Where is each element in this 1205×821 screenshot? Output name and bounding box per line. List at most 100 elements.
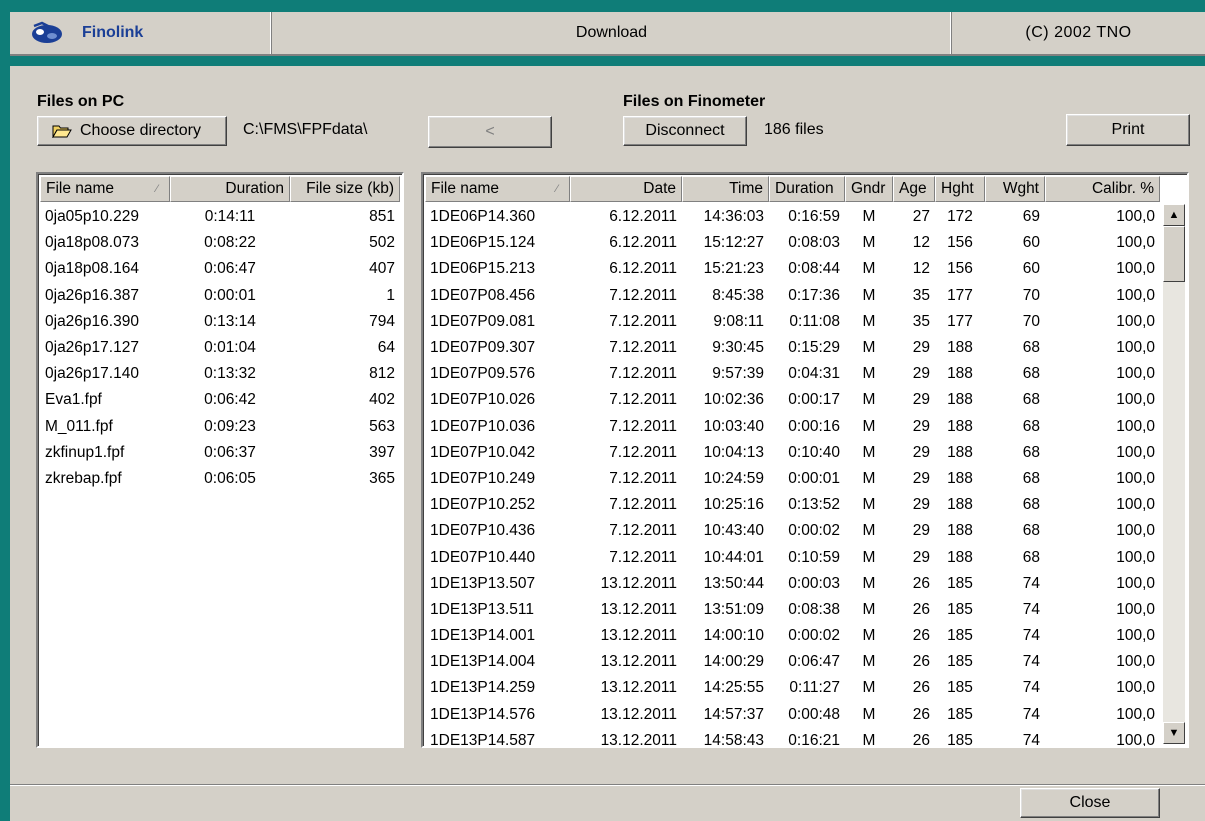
pc-col-duration-label: Duration bbox=[225, 180, 284, 197]
fino-cell-gender: M bbox=[862, 286, 876, 304]
fino-cell-height: 172 bbox=[947, 208, 973, 226]
fino-file-row[interactable]: 1DE13P14.587 13.12.2011 14:58:43 0:16:21 M 26… bbox=[425, 728, 1160, 746]
pc-cell-filesize: 402 bbox=[369, 391, 395, 409]
pc-file-row[interactable]: 0ja18p08.164 0:06:47 407 bbox=[40, 256, 400, 282]
fino-cell-filename: 1DE07P10.249 bbox=[430, 469, 536, 487]
pc-file-row[interactable]: 0ja18p08.073 0:08:22 502 bbox=[40, 230, 400, 256]
close-button[interactable]: Close bbox=[1020, 788, 1160, 818]
fino-col-duration-label: Duration bbox=[775, 180, 834, 197]
fino-cell-calibration: 100,0 bbox=[1116, 548, 1155, 566]
fino-cell-age: 29 bbox=[912, 443, 930, 461]
fino-cell-gender: M bbox=[862, 627, 876, 645]
fino-file-row[interactable]: 1DE07P09.576 7.12.2011 9:57:39 0:04:31 M 29 18… bbox=[425, 361, 1160, 387]
scroll-down-icon[interactable]: ▼ bbox=[1163, 722, 1185, 744]
pc-col-duration[interactable]: Duration bbox=[170, 176, 290, 202]
pc-cell-duration: 0:00:01 bbox=[204, 286, 256, 304]
pc-file-row[interactable]: 0ja26p17.127 0:01:04 64 bbox=[40, 335, 400, 361]
fino-cell-age: 12 bbox=[912, 234, 930, 252]
print-button[interactable]: Print bbox=[1066, 114, 1190, 146]
fino-file-row[interactable]: 1DE13P14.576 13.12.2011 14:57:37 0:00:48 M 26… bbox=[425, 702, 1160, 728]
fino-file-row[interactable]: 1DE13P14.001 13.12.2011 14:00:10 0:00:02 M 26… bbox=[425, 623, 1160, 649]
fino-file-row[interactable]: 1DE06P15.213 6.12.2011 15:21:23 0:08:44 M 12 1… bbox=[425, 256, 1160, 282]
fino-cell-calibration: 100,0 bbox=[1116, 653, 1155, 671]
fino-cell-weight: 70 bbox=[1022, 286, 1040, 304]
fino-cell-age: 29 bbox=[912, 339, 930, 357]
choose-directory-button[interactable]: Choose directory bbox=[37, 116, 227, 146]
pc-cell-filename: 0ja18p08.164 bbox=[45, 260, 139, 278]
fino-file-row[interactable]: 1DE07P10.249 7.12.2011 10:24:59 0:00:01 M 29 1… bbox=[425, 466, 1160, 492]
fino-col-date[interactable]: Date bbox=[570, 176, 682, 202]
fino-col-calibration[interactable]: Calibr. % bbox=[1045, 176, 1160, 202]
mode-label: Download bbox=[575, 24, 648, 41]
fino-cell-gender: M bbox=[862, 679, 876, 697]
disconnect-button[interactable]: Disconnect bbox=[623, 116, 747, 146]
fino-file-row[interactable]: 1DE07P10.436 7.12.2011 10:43:40 0:00:02 M 29 1… bbox=[425, 518, 1160, 544]
fino-cell-age: 29 bbox=[912, 496, 930, 514]
fino-cell-height: 188 bbox=[947, 365, 973, 383]
pc-col-filesize[interactable]: File size (kb) bbox=[290, 176, 400, 202]
fino-cell-age: 29 bbox=[912, 522, 930, 540]
pc-file-row[interactable]: 0ja26p17.140 0:13:32 812 bbox=[40, 361, 400, 387]
fino-cell-filename: 1DE06P14.360 bbox=[430, 208, 536, 226]
fino-file-row[interactable]: 1DE07P09.081 7.12.2011 9:08:11 0:11:08 M 35 17… bbox=[425, 309, 1160, 335]
fino-cell-height: 188 bbox=[947, 417, 973, 435]
fino-file-row[interactable]: 1DE13P14.004 13.12.2011 14:00:29 0:06:47 M 26… bbox=[425, 649, 1160, 675]
fino-cell-filename: 1DE07P09.081 bbox=[430, 312, 536, 330]
pc-file-row[interactable]: Eva1.fpf 0:06:42 402 bbox=[40, 387, 400, 413]
pc-file-row[interactable]: 0ja05p10.229 0:14:11 851 bbox=[40, 204, 400, 230]
pc-cell-filename: 0ja26p16.390 bbox=[45, 312, 139, 330]
fino-file-row[interactable]: 1DE07P10.026 7.12.2011 10:02:36 0:00:17 M 29 1… bbox=[425, 387, 1160, 413]
scroll-thumb[interactable] bbox=[1163, 226, 1185, 282]
fino-file-row[interactable]: 1DE13P13.511 13.12.2011 13:51:09 0:08:38 M 26… bbox=[425, 597, 1160, 623]
fino-file-row[interactable]: 1DE13P14.259 13.12.2011 14:25:55 0:11:27 M 26… bbox=[425, 675, 1160, 701]
fino-cell-height: 185 bbox=[947, 600, 973, 618]
fino-cell-time: 14:57:37 bbox=[703, 705, 764, 723]
fino-cell-calibration: 100,0 bbox=[1116, 417, 1155, 435]
fino-file-row[interactable]: 1DE07P09.307 7.12.2011 9:30:45 0:15:29 M 29 18… bbox=[425, 335, 1160, 361]
fino-col-gender-label: Gndr bbox=[851, 180, 886, 197]
pc-cell-filesize: 1 bbox=[386, 286, 395, 304]
fino-file-row[interactable]: 1DE13P13.507 13.12.2011 13:50:44 0:00:03 M 26… bbox=[425, 571, 1160, 597]
fino-cell-gender: M bbox=[862, 705, 876, 723]
pc-file-row[interactable]: zkfinup1.fpf 0:06:37 397 bbox=[40, 440, 400, 466]
fino-col-time[interactable]: Time bbox=[682, 176, 769, 202]
fino-cell-calibration: 100,0 bbox=[1116, 496, 1155, 514]
fino-cell-duration: 0:00:03 bbox=[788, 574, 840, 592]
fino-col-weight[interactable]: Wght bbox=[985, 176, 1045, 202]
fino-file-row[interactable]: 1DE07P10.042 7.12.2011 10:04:13 0:10:40 M 29 1… bbox=[425, 440, 1160, 466]
fino-file-row[interactable]: 1DE07P10.252 7.12.2011 10:25:16 0:13:52 M 29 1… bbox=[425, 492, 1160, 518]
fino-cell-weight: 74 bbox=[1022, 600, 1040, 618]
fino-cell-age: 26 bbox=[912, 705, 930, 723]
fino-col-filename[interactable]: File name ⁄ bbox=[425, 176, 570, 202]
fino-col-height[interactable]: Hght bbox=[935, 176, 985, 202]
pc-file-row[interactable]: M_011.fpf 0:09:23 563 bbox=[40, 414, 400, 440]
transfer-to-pc-button[interactable]: < bbox=[428, 116, 552, 148]
fino-col-gender[interactable]: Gndr bbox=[845, 176, 893, 202]
fino-col-duration[interactable]: Duration bbox=[769, 176, 845, 202]
fino-scrollbar[interactable]: ▲ ▼ bbox=[1163, 204, 1185, 744]
fino-file-row[interactable]: 1DE06P15.124 6.12.2011 15:12:27 0:08:03 M 12 1… bbox=[425, 230, 1160, 256]
pc-file-row[interactable]: 0ja26p16.387 0:00:01 1 bbox=[40, 283, 400, 309]
fino-file-row[interactable]: 1DE06P14.360 6.12.2011 14:36:03 0:16:59 M 27 1… bbox=[425, 204, 1160, 230]
pc-file-row[interactable]: 0ja26p16.390 0:13:14 794 bbox=[40, 309, 400, 335]
pc-rows: 0ja05p10.229 0:14:11 851 0ja18p08.073 0:08:2… bbox=[40, 204, 400, 492]
fino-cell-time: 10:04:13 bbox=[703, 443, 764, 461]
pc-file-row[interactable]: zkrebap.fpf 0:06:05 365 bbox=[40, 466, 400, 492]
choose-directory-label: Choose directory bbox=[80, 122, 201, 139]
fino-cell-weight: 68 bbox=[1022, 339, 1040, 357]
pc-file-list[interactable]: File name ⁄ Duration File size (kb) 0ja05… bbox=[36, 172, 404, 748]
fino-cell-time: 10:02:36 bbox=[703, 391, 764, 409]
fino-cell-age: 26 bbox=[912, 653, 930, 671]
fino-cell-duration: 0:11:08 bbox=[789, 312, 840, 330]
pc-col-filename[interactable]: File name ⁄ bbox=[40, 176, 170, 202]
scroll-up-icon[interactable]: ▲ bbox=[1163, 204, 1185, 226]
fino-file-row[interactable]: 1DE07P10.440 7.12.2011 10:44:01 0:10:59 M 29 1… bbox=[425, 544, 1160, 570]
fino-cell-date: 7.12.2011 bbox=[609, 443, 677, 461]
fino-file-row[interactable]: 1DE07P08.456 7.12.2011 8:45:38 0:17:36 M 35 17… bbox=[425, 283, 1160, 309]
fino-file-row[interactable]: 1DE07P10.036 7.12.2011 10:03:40 0:00:16 M 29 1… bbox=[425, 414, 1160, 440]
fino-cell-height: 188 bbox=[947, 548, 973, 566]
pc-cell-filesize: 563 bbox=[369, 417, 395, 435]
finometer-file-list[interactable]: File name ⁄ Date Time Duration Gndr Age H… bbox=[421, 172, 1189, 748]
pc-cell-filesize: 365 bbox=[369, 469, 395, 487]
fino-col-age[interactable]: Age bbox=[893, 176, 935, 202]
